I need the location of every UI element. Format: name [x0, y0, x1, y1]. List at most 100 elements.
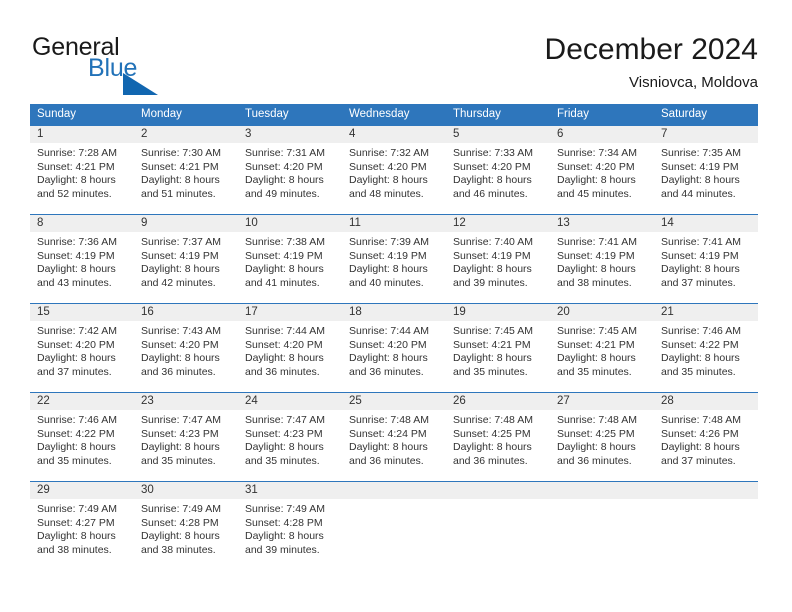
daylight-text-line2: and 52 minutes. — [37, 187, 112, 200]
day-number[interactable]: 22 — [30, 393, 134, 410]
day-number[interactable]: 21 — [654, 304, 758, 321]
sunset-text: Sunset: 4:28 PM — [141, 516, 219, 529]
daylight-text-line1: Daylight: 8 hours — [37, 530, 116, 542]
day-number[interactable]: 24 — [238, 393, 342, 410]
day-header-monday: Monday — [141, 108, 182, 120]
day-cell[interactable]: Sunrise: 7:48 AM Sunset: 4:25 PM Dayligh… — [446, 410, 550, 481]
day-number[interactable]: 25 — [342, 393, 446, 410]
sunset-text: Sunset: 4:20 PM — [245, 338, 323, 351]
day-cell[interactable]: Sunrise: 7:44 AM Sunset: 4:20 PM Dayligh… — [342, 321, 446, 392]
day-number[interactable]: 23 — [134, 393, 238, 410]
day-number[interactable]: 14 — [654, 215, 758, 232]
general-blue-logo[interactable]: General Blue — [32, 33, 212, 95]
day-cell[interactable]: Sunrise: 7:46 AM Sunset: 4:22 PM Dayligh… — [30, 410, 134, 481]
day-cell[interactable]: Sunrise: 7:49 AM Sunset: 4:28 PM Dayligh… — [134, 499, 238, 570]
day-cell[interactable]: Sunrise: 7:30 AM Sunset: 4:21 PM Dayligh… — [134, 143, 238, 214]
week-day-numbers: 29 30 31 — [30, 482, 758, 499]
daylight-text-line1: Daylight: 8 hours — [661, 263, 740, 275]
day-cell[interactable]: Sunrise: 7:46 AM Sunset: 4:22 PM Dayligh… — [654, 321, 758, 392]
day-cell[interactable]: Sunrise: 7:39 AM Sunset: 4:19 PM Dayligh… — [342, 232, 446, 303]
day-cell[interactable]: Sunrise: 7:43 AM Sunset: 4:20 PM Dayligh… — [134, 321, 238, 392]
daylight-text-line2: and 37 minutes. — [661, 276, 736, 289]
daylight-text-line2: and 37 minutes. — [37, 365, 112, 378]
sunrise-text: Sunrise: 7:49 AM — [37, 503, 117, 515]
sunset-text: Sunset: 4:19 PM — [661, 249, 739, 262]
day-number[interactable]: 5 — [446, 126, 550, 143]
day-number[interactable]: 29 — [30, 482, 134, 499]
day-number[interactable]: 17 — [238, 304, 342, 321]
day-cell[interactable]: Sunrise: 7:49 AM Sunset: 4:27 PM Dayligh… — [30, 499, 134, 570]
day-number[interactable]: 31 — [238, 482, 342, 499]
day-cell[interactable]: Sunrise: 7:33 AM Sunset: 4:20 PM Dayligh… — [446, 143, 550, 214]
day-number[interactable]: 9 — [134, 215, 238, 232]
day-number[interactable]: 1 — [30, 126, 134, 143]
day-number[interactable]: 30 — [134, 482, 238, 499]
daylight-text-line1: Daylight: 8 hours — [245, 352, 324, 364]
day-cell[interactable]: Sunrise: 7:48 AM Sunset: 4:26 PM Dayligh… — [654, 410, 758, 481]
day-number[interactable]: 15 — [30, 304, 134, 321]
day-number[interactable]: 3 — [238, 126, 342, 143]
day-cell[interactable]: Sunrise: 7:35 AM Sunset: 4:19 PM Dayligh… — [654, 143, 758, 214]
day-number[interactable]: 13 — [550, 215, 654, 232]
day-cell[interactable]: Sunrise: 7:32 AM Sunset: 4:20 PM Dayligh… — [342, 143, 446, 214]
daylight-text-line1: Daylight: 8 hours — [453, 352, 532, 364]
sunset-text: Sunset: 4:21 PM — [37, 160, 115, 173]
sunrise-text: Sunrise: 7:41 AM — [661, 236, 741, 248]
day-cell[interactable]: Sunrise: 7:48 AM Sunset: 4:24 PM Dayligh… — [342, 410, 446, 481]
day-cell[interactable]: Sunrise: 7:42 AM Sunset: 4:20 PM Dayligh… — [30, 321, 134, 392]
day-cell-empty — [446, 499, 550, 570]
day-number[interactable]: 20 — [550, 304, 654, 321]
week-day-numbers: 15 16 17 18 19 20 21 — [30, 304, 758, 321]
day-number[interactable]: 27 — [550, 393, 654, 410]
sunset-text: Sunset: 4:27 PM — [37, 516, 115, 529]
day-cell[interactable]: Sunrise: 7:31 AM Sunset: 4:20 PM Dayligh… — [238, 143, 342, 214]
sunrise-text: Sunrise: 7:47 AM — [141, 414, 221, 426]
sunset-text: Sunset: 4:19 PM — [557, 249, 635, 262]
day-number[interactable]: 16 — [134, 304, 238, 321]
sunset-text: Sunset: 4:19 PM — [661, 160, 739, 173]
day-number[interactable]: 12 — [446, 215, 550, 232]
daylight-text-line1: Daylight: 8 hours — [453, 263, 532, 275]
sunset-text: Sunset: 4:20 PM — [349, 160, 427, 173]
day-number[interactable]: 26 — [446, 393, 550, 410]
day-cell[interactable]: Sunrise: 7:45 AM Sunset: 4:21 PM Dayligh… — [550, 321, 654, 392]
sunset-text: Sunset: 4:20 PM — [557, 160, 635, 173]
day-cell[interactable]: Sunrise: 7:38 AM Sunset: 4:19 PM Dayligh… — [238, 232, 342, 303]
day-number[interactable]: 11 — [342, 215, 446, 232]
day-number[interactable]: 6 — [550, 126, 654, 143]
day-number[interactable]: 19 — [446, 304, 550, 321]
day-cell[interactable]: Sunrise: 7:41 AM Sunset: 4:19 PM Dayligh… — [550, 232, 654, 303]
day-cell[interactable]: Sunrise: 7:48 AM Sunset: 4:25 PM Dayligh… — [550, 410, 654, 481]
day-cell[interactable]: Sunrise: 7:49 AM Sunset: 4:28 PM Dayligh… — [238, 499, 342, 570]
week-day-numbers: 8 9 10 11 12 13 14 — [30, 215, 758, 232]
daylight-text-line1: Daylight: 8 hours — [557, 174, 636, 186]
day-cell[interactable]: Sunrise: 7:36 AM Sunset: 4:19 PM Dayligh… — [30, 232, 134, 303]
day-number[interactable]: 2 — [134, 126, 238, 143]
calendar-grid: Sunday Monday Tuesday Wednesday Thursday… — [30, 104, 758, 570]
daylight-text-line1: Daylight: 8 hours — [37, 263, 116, 275]
calendar-week-row: 22 23 24 25 26 27 28 Sunrise: 7:46 AM Su… — [30, 392, 758, 481]
day-number[interactable]: 7 — [654, 126, 758, 143]
day-cell[interactable]: Sunrise: 7:28 AM Sunset: 4:21 PM Dayligh… — [30, 143, 134, 214]
week-day-cells: Sunrise: 7:28 AM Sunset: 4:21 PM Dayligh… — [30, 143, 758, 214]
day-cell[interactable]: Sunrise: 7:47 AM Sunset: 4:23 PM Dayligh… — [134, 410, 238, 481]
daylight-text-line1: Daylight: 8 hours — [141, 352, 220, 364]
daylight-text-line2: and 35 minutes. — [661, 365, 736, 378]
location-subtitle: Visniovca, Moldova — [629, 74, 758, 91]
day-cell[interactable]: Sunrise: 7:37 AM Sunset: 4:19 PM Dayligh… — [134, 232, 238, 303]
day-cell[interactable]: Sunrise: 7:44 AM Sunset: 4:20 PM Dayligh… — [238, 321, 342, 392]
daylight-text-line2: and 49 minutes. — [245, 187, 320, 200]
daylight-text-line1: Daylight: 8 hours — [661, 174, 740, 186]
day-cell[interactable]: Sunrise: 7:41 AM Sunset: 4:19 PM Dayligh… — [654, 232, 758, 303]
sunrise-text: Sunrise: 7:48 AM — [453, 414, 533, 426]
sunset-text: Sunset: 4:25 PM — [557, 427, 635, 440]
day-number[interactable]: 10 — [238, 215, 342, 232]
day-number[interactable]: 28 — [654, 393, 758, 410]
day-cell[interactable]: Sunrise: 7:34 AM Sunset: 4:20 PM Dayligh… — [550, 143, 654, 214]
day-number[interactable]: 18 — [342, 304, 446, 321]
day-cell[interactable]: Sunrise: 7:40 AM Sunset: 4:19 PM Dayligh… — [446, 232, 550, 303]
day-number[interactable]: 8 — [30, 215, 134, 232]
day-number[interactable]: 4 — [342, 126, 446, 143]
day-cell[interactable]: Sunrise: 7:45 AM Sunset: 4:21 PM Dayligh… — [446, 321, 550, 392]
day-cell[interactable]: Sunrise: 7:47 AM Sunset: 4:23 PM Dayligh… — [238, 410, 342, 481]
